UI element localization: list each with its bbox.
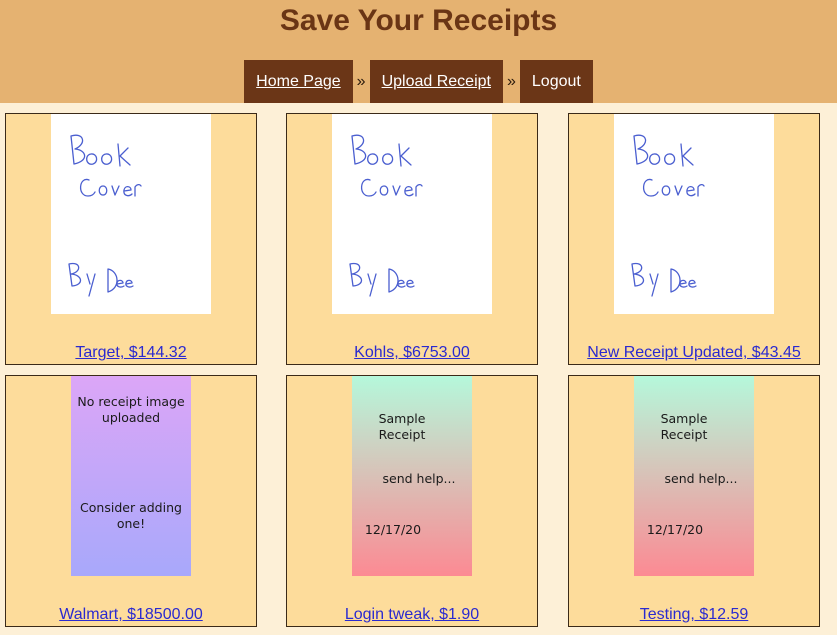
- receipt-card: Sample Receipt send help... 12/17/20 Tes…: [568, 375, 820, 627]
- book-cover-drawing: [68, 134, 142, 297]
- receipt-link[interactable]: Testing, $12.59: [569, 604, 819, 626]
- receipt-link[interactable]: Kohls, $6753.00: [287, 342, 537, 364]
- placeholder-hint: Consider adding one!: [80, 500, 182, 531]
- nav-separator: »: [506, 72, 516, 90]
- sample-body: send help...: [664, 471, 738, 486]
- main-nav: Home Page » Upload Receipt » Logout: [0, 60, 837, 103]
- book-cover-image[interactable]: [614, 114, 774, 314]
- site-header: Save Your Receipts Home Page » Upload Re…: [0, 0, 837, 103]
- page-title: Save Your Receipts: [279, 4, 558, 37]
- receipt-card: No receipt image uploaded Consider addin…: [5, 375, 257, 627]
- book-cover-image[interactable]: [332, 114, 492, 314]
- nav-separator: »: [356, 72, 366, 90]
- sample-title: Sample Receipt: [660, 411, 708, 442]
- nav-upload-link[interactable]: Upload Receipt: [369, 60, 503, 103]
- sample-body: send help...: [382, 471, 456, 486]
- receipt-card: New Receipt Updated, $43.45: [568, 113, 820, 365]
- book-cover-image[interactable]: [51, 114, 211, 314]
- receipt-link[interactable]: Login tweak, $1.90: [287, 604, 537, 626]
- receipt-card: Target, $144.32: [5, 113, 257, 365]
- sample-receipt-image[interactable]: Sample Receipt send help... 12/17/20: [634, 376, 754, 576]
- receipt-card: Sample Receipt send help... 12/17/20 Log…: [286, 375, 538, 627]
- receipt-card: Kohls, $6753.00: [286, 113, 538, 365]
- no-receipt-placeholder-image[interactable]: No receipt image uploaded Consider addin…: [71, 376, 191, 576]
- receipt-link[interactable]: Walmart, $18500.00: [6, 604, 256, 626]
- nav-home-link[interactable]: Home Page: [244, 60, 353, 103]
- receipt-link[interactable]: Target, $144.32: [6, 342, 256, 364]
- receipt-link[interactable]: New Receipt Updated, $43.45: [569, 342, 819, 364]
- sample-date: 12/17/20: [364, 522, 422, 537]
- placeholder-text: No receipt image uploaded: [77, 394, 185, 425]
- sample-date: 12/17/20: [646, 522, 704, 537]
- book-cover-drawing: [349, 134, 423, 297]
- sample-title: Sample Receipt: [378, 411, 426, 442]
- sample-receipt-image[interactable]: Sample Receipt send help... 12/17/20: [352, 376, 472, 576]
- book-cover-drawing: [631, 134, 705, 297]
- nav-logout-link[interactable]: Logout: [519, 60, 593, 103]
